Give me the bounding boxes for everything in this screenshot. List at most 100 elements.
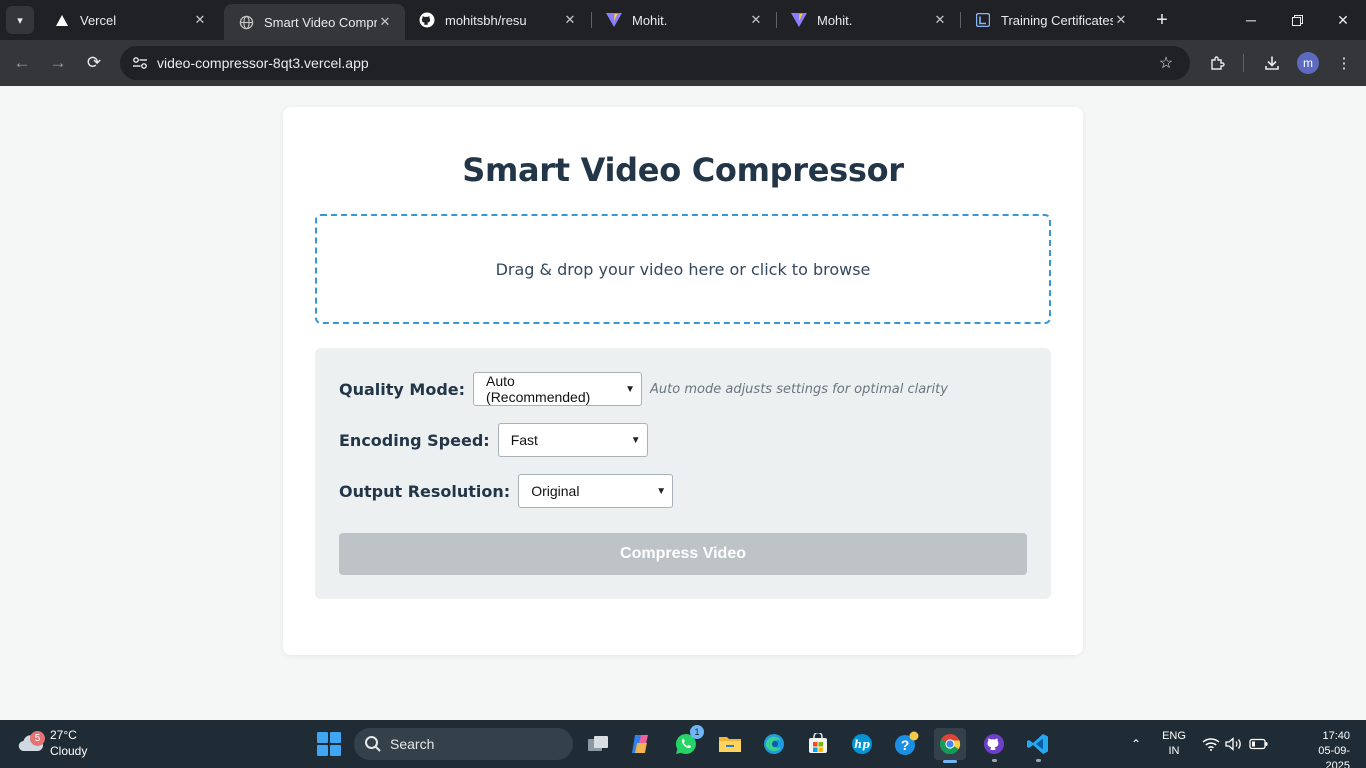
site-info-icon[interactable] xyxy=(128,51,152,75)
file-explorer-icon[interactable] xyxy=(714,728,746,760)
encoding-speed-value: Fast xyxy=(510,432,538,448)
tab-mohit-1[interactable]: Mohit. ✕ xyxy=(592,0,776,40)
tab-vercel[interactable]: Vercel ✕ xyxy=(40,0,220,40)
quality-mode-select[interactable]: Auto (Recommended) ▼ xyxy=(473,372,643,406)
start-logo-pane xyxy=(317,732,328,743)
output-resolution-value: Original xyxy=(531,483,580,499)
weather-temperature: 27°C xyxy=(50,728,77,742)
quality-mode-row: Quality Mode: Auto (Recommended) ▼ Auto … xyxy=(339,372,948,406)
tab-search-dropdown-button[interactable]: ▾ xyxy=(6,6,34,34)
tab-title: Training Certificates | xyxy=(1001,12,1113,28)
browser-menu-icon[interactable]: ⋮ xyxy=(1332,51,1356,75)
region-code: IN xyxy=(1168,745,1180,757)
globe-icon xyxy=(238,14,254,30)
close-window-button[interactable]: ✕ xyxy=(1320,0,1366,40)
clock-time: 17:40 xyxy=(1322,730,1350,742)
reload-button[interactable]: ⟳ xyxy=(80,49,108,77)
weather-widget[interactable]: 5 27°C Cloudy xyxy=(16,726,136,762)
bookmark-star-icon[interactable]: ☆ xyxy=(1154,51,1178,75)
encoding-speed-row: Encoding Speed: Fast ▼ xyxy=(339,423,648,457)
start-logo-pane xyxy=(317,745,328,756)
encoding-speed-label: Encoding Speed: xyxy=(339,430,490,450)
close-tab-icon[interactable]: ✕ xyxy=(377,14,393,30)
github-desktop-icon[interactable] xyxy=(978,728,1010,762)
close-tab-icon[interactable]: ✕ xyxy=(1113,12,1129,28)
quality-mode-hint: Auto mode adjusts settings for optimal c… xyxy=(650,381,948,397)
close-tab-icon[interactable]: ✕ xyxy=(192,12,208,28)
running-app-indicator xyxy=(1036,759,1041,762)
tab-title: Vercel xyxy=(80,12,117,28)
start-logo-pane xyxy=(330,745,341,756)
tab-title: Mohit. xyxy=(632,12,668,28)
page-title: Smart Video Compressor xyxy=(462,151,904,189)
vite-logo-icon xyxy=(606,12,622,28)
taskbar-search-box[interactable]: Search xyxy=(354,728,573,760)
toolbar-separator xyxy=(1243,54,1244,72)
close-tab-icon[interactable]: ✕ xyxy=(748,12,764,28)
url-text: video-compressor-8qt3.vercel.app xyxy=(157,55,369,71)
search-placeholder: Search xyxy=(390,736,435,752)
close-tab-icon[interactable]: ✕ xyxy=(932,12,948,28)
system-clock[interactable]: 17:40 05-09-2025 xyxy=(1300,729,1350,768)
wifi-icon[interactable] xyxy=(1201,734,1221,754)
windows-start-button[interactable] xyxy=(317,732,341,756)
linkedin-learning-icon xyxy=(975,12,991,28)
task-view-icon[interactable] xyxy=(582,728,614,760)
chevron-down-icon: ▼ xyxy=(656,485,667,497)
chevron-down-icon: ▼ xyxy=(630,434,641,446)
output-resolution-label: Output Resolution: xyxy=(339,481,511,501)
new-tab-button[interactable]: + xyxy=(1150,8,1174,32)
whatsapp-icon[interactable]: 1 xyxy=(670,725,704,760)
download-icon[interactable] xyxy=(1260,51,1284,75)
profile-avatar[interactable]: m xyxy=(1297,52,1319,74)
tab-smart-video-compressor[interactable]: Smart Video Compres ✕ xyxy=(224,4,405,40)
svg-text:?: ? xyxy=(901,737,910,753)
close-tab-icon[interactable]: ✕ xyxy=(562,12,578,28)
chevron-down-icon: ▼ xyxy=(625,383,636,395)
output-resolution-select[interactable]: Original ▼ xyxy=(518,474,674,508)
extensions-icon[interactable] xyxy=(1206,51,1230,75)
volume-icon[interactable] xyxy=(1224,734,1244,754)
browser-toolbar: ← → ⟳ video-compressor-8qt3.vercel.app ☆… xyxy=(0,40,1366,86)
back-button[interactable]: ← xyxy=(8,49,36,77)
address-bar[interactable]: video-compressor-8qt3.vercel.app ☆ xyxy=(120,46,1190,80)
minimize-window-button[interactable]: ─ xyxy=(1228,0,1274,40)
github-icon xyxy=(419,12,435,28)
chrome-icon[interactable] xyxy=(934,728,966,763)
active-app-indicator xyxy=(943,760,957,763)
forward-button[interactable]: → xyxy=(44,49,72,77)
tab-github[interactable]: mohitsbh/resu ✕ xyxy=(405,0,590,40)
svg-text:hp: hp xyxy=(854,738,870,751)
weather-alert-badge: 5 xyxy=(30,731,45,746)
copilot-icon[interactable] xyxy=(625,728,657,760)
quality-mode-value: Auto (Recommended) xyxy=(486,373,591,405)
compress-video-button[interactable]: Compress Video xyxy=(339,533,1027,575)
quality-mode-label: Quality Mode: xyxy=(339,379,466,399)
weather-condition: Cloudy xyxy=(50,744,88,758)
running-app-indicator xyxy=(992,759,997,762)
settings-panel: Quality Mode: Auto (Recommended) ▼ Auto … xyxy=(315,348,1051,599)
tab-title: Smart Video Compres xyxy=(264,14,377,30)
video-dropzone[interactable]: Drag & drop your video here or click to … xyxy=(315,214,1051,324)
browser-tab-strip: ▾ Vercel ✕ Smart Video Compres ✕ mohitsb… xyxy=(0,0,1366,40)
battery-icon[interactable] xyxy=(1249,734,1269,754)
vscode-icon[interactable] xyxy=(1022,728,1054,762)
tab-title: mohitsbh/resu xyxy=(445,12,527,28)
tab-training-certificates[interactable]: Training Certificates | ✕ xyxy=(961,0,1141,40)
show-hidden-icons-chevron-icon[interactable]: ⌃ xyxy=(1127,733,1145,755)
clock-date: 05-09-2025 xyxy=(1318,745,1350,768)
whatsapp-badge: 1 xyxy=(690,725,704,739)
get-help-icon[interactable]: ? xyxy=(890,728,922,760)
tab-mohit-2[interactable]: Mohit. ✕ xyxy=(777,0,960,40)
language-indicator[interactable]: ENG IN xyxy=(1158,729,1190,759)
start-logo-pane xyxy=(330,732,341,743)
restore-window-button[interactable] xyxy=(1274,0,1320,40)
microsoft-store-icon[interactable] xyxy=(802,728,834,760)
vercel-logo-icon xyxy=(54,12,70,28)
output-resolution-row: Output Resolution: Original ▼ xyxy=(339,474,674,508)
compressor-card: Smart Video Compressor Drag & drop your … xyxy=(283,107,1083,655)
edge-icon[interactable] xyxy=(758,728,790,760)
encoding-speed-select[interactable]: Fast ▼ xyxy=(497,423,648,457)
hp-icon[interactable]: hp xyxy=(846,728,878,760)
tab-title: Mohit. xyxy=(817,12,853,28)
